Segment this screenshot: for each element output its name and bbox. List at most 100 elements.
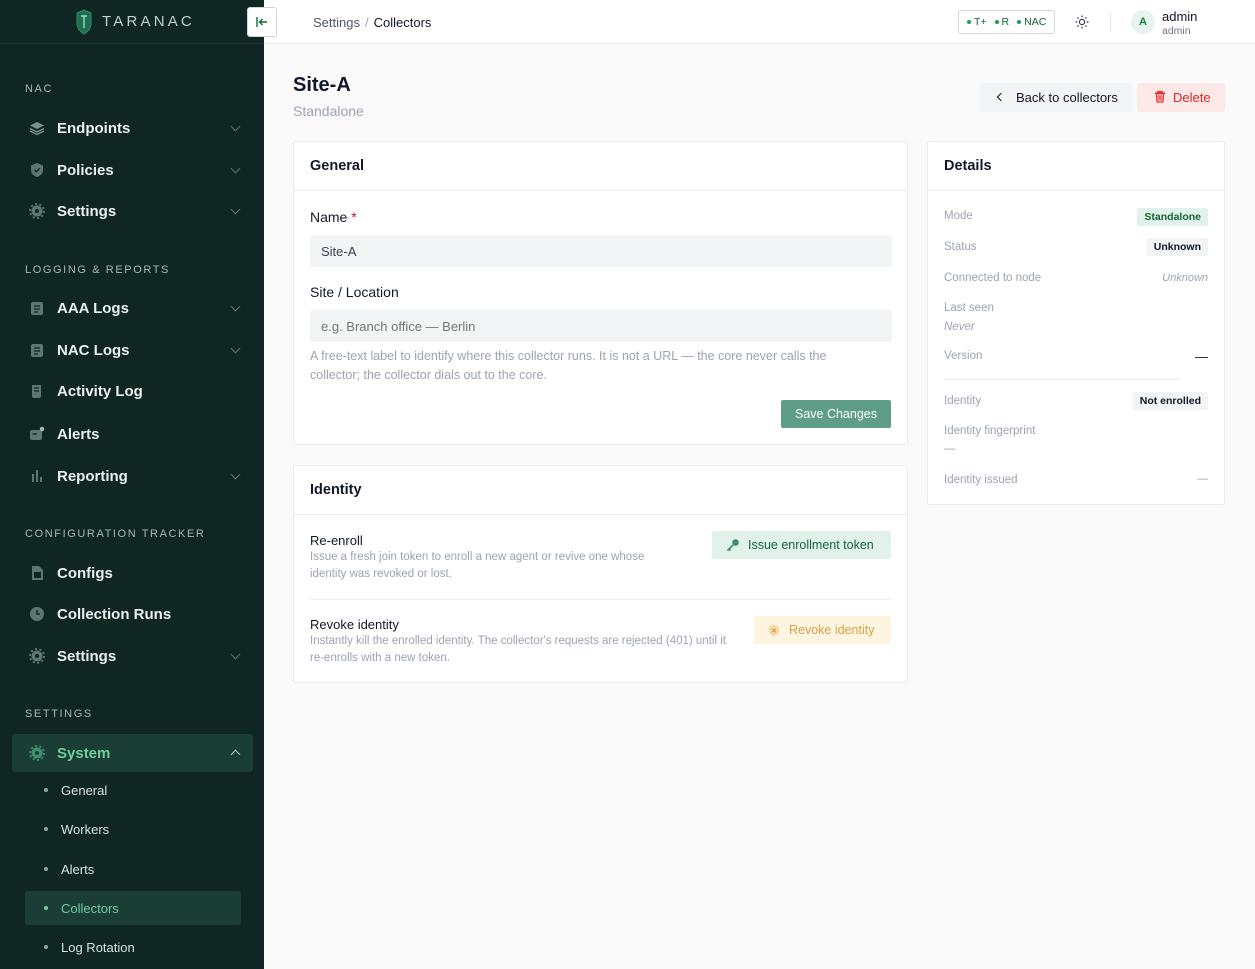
brand[interactable]: TARANAC xyxy=(0,0,264,44)
divider xyxy=(944,379,1180,380)
site-location-help: A free-text label to identify where this… xyxy=(310,349,827,382)
gear-icon xyxy=(29,745,45,761)
gear-icon xyxy=(29,203,45,219)
last-seen-label: Last seen xyxy=(944,302,994,314)
revoke-label: Revoke identity xyxy=(789,623,875,637)
log-book-icon xyxy=(29,300,45,316)
sidebar-item-reporting[interactable]: Reporting xyxy=(12,457,253,495)
arrow-left-bar-icon xyxy=(256,17,267,27)
sidebar-item-activity-log[interactable]: Activity Log xyxy=(12,372,253,410)
theme-toggle-button[interactable] xyxy=(1072,12,1092,32)
sidebar-item-label: Activity Log xyxy=(57,382,143,400)
sidebar-item-label: Settings xyxy=(57,202,117,220)
bar-chart-icon xyxy=(29,468,45,484)
sidebar-subitem-general[interactable]: General xyxy=(25,773,241,807)
chevron-down-icon xyxy=(230,343,241,354)
status-label: Status xyxy=(944,241,977,253)
back-to-collectors-button[interactable]: Back to collectors xyxy=(980,83,1132,112)
save-changes-button[interactable]: Save Changes xyxy=(781,400,891,428)
site-location-input[interactable] xyxy=(310,310,892,342)
sidebar-subitem-label: Alerts xyxy=(61,861,95,877)
sidebar-subitem-workers[interactable]: Workers xyxy=(25,812,241,846)
log-book-icon xyxy=(29,342,45,358)
key-icon xyxy=(726,539,739,552)
card-title: Identity xyxy=(294,466,907,515)
alert-message-icon xyxy=(29,426,45,442)
issue-enrollment-token-button[interactable]: Issue enrollment token xyxy=(712,531,891,559)
site-location-label: Site / Location xyxy=(310,284,399,300)
sidebar-item-label: System xyxy=(57,744,111,762)
shield-check-icon xyxy=(29,162,45,178)
sidebar-subitem-log-rotation[interactable]: Log Rotation xyxy=(25,930,241,964)
clock-icon xyxy=(29,606,45,622)
status-dot-icon xyxy=(967,20,971,24)
sidebar-item-aaa-logs[interactable]: AAA Logs xyxy=(12,289,253,327)
module-badge: T+ xyxy=(967,16,987,28)
sidebar-item-policies[interactable]: Policies xyxy=(12,151,253,189)
breadcrumb: Settings / Collectors xyxy=(313,15,431,30)
connected-node-value: Unknown xyxy=(1162,272,1208,284)
section-title-settings: SETTINGS xyxy=(25,708,93,720)
sidebar-item-label: Alerts xyxy=(57,425,100,443)
name-input[interactable] xyxy=(310,235,892,267)
trash-icon xyxy=(1155,90,1165,103)
sidebar-item-label: Configs xyxy=(57,564,113,582)
chevron-down-icon xyxy=(230,469,241,480)
brand-name: TARANAC xyxy=(102,13,195,30)
section-title-nac: NAC xyxy=(25,83,54,95)
divider xyxy=(1110,12,1111,32)
sidebar-item-nac-logs[interactable]: NAC Logs xyxy=(12,331,253,369)
sidebar-subitem-label: General xyxy=(61,782,108,798)
back-label: Back to collectors xyxy=(1016,90,1118,105)
page-title: Site-A xyxy=(293,74,351,96)
version-label: Version xyxy=(944,350,983,362)
sidebar-item-endpoints[interactable]: Endpoints xyxy=(12,109,253,147)
module-status: T+ R NAC xyxy=(958,10,1056,34)
revoke-identity-button[interactable]: Revoke identity xyxy=(754,616,891,644)
sidebar-subitem-collectors[interactable]: Collectors xyxy=(25,891,241,925)
reenroll-title: Re-enroll xyxy=(310,533,363,548)
revoke-identity-title: Revoke identity xyxy=(310,617,399,632)
chevron-down-icon xyxy=(230,649,241,660)
sidebar-item-label: Settings xyxy=(57,647,117,665)
reenroll-description: Issue a fresh join token to enroll a new… xyxy=(310,551,645,580)
chevron-up-icon xyxy=(230,749,241,760)
identity-fingerprint-label: Identity fingerprint xyxy=(944,425,1036,437)
file-icon xyxy=(29,565,45,581)
user-role: admin xyxy=(1162,25,1191,37)
collapse-sidebar-button[interactable] xyxy=(247,7,277,37)
sidebar-item-nac-settings[interactable]: Settings xyxy=(12,192,253,230)
bullet-icon xyxy=(44,906,48,910)
version-value: — xyxy=(1195,349,1208,364)
identity-card: Identity Re-enroll Issue a fresh join to… xyxy=(293,465,908,683)
breadcrumb-parent[interactable]: Settings xyxy=(313,15,360,30)
breadcrumb-separator: / xyxy=(364,15,369,30)
chevron-down-icon xyxy=(230,301,241,312)
avatar[interactable]: A xyxy=(1131,10,1155,34)
sidebar-item-configs[interactable]: Configs xyxy=(12,554,253,592)
sun-icon xyxy=(1075,15,1089,29)
section-title-config-tracker: CONFIGURATION TRACKER xyxy=(25,528,206,540)
sidebar-item-collection-runs[interactable]: Collection Runs xyxy=(12,595,253,633)
sidebar-item-system[interactable]: System xyxy=(12,734,253,772)
card-title: General xyxy=(294,142,907,191)
delete-button[interactable]: Delete xyxy=(1137,83,1225,112)
breadcrumb-current: Collectors xyxy=(373,15,432,30)
connected-node-label: Connected to node xyxy=(944,272,1042,284)
status-dot-icon xyxy=(994,20,999,24)
sidebar-subitem-alerts[interactable]: Alerts xyxy=(25,852,241,886)
identity-fingerprint-value: — xyxy=(944,443,956,455)
sidebar-subitem-label: Collectors xyxy=(61,900,119,916)
sidebar-subitem-label: Workers xyxy=(61,821,110,837)
divider xyxy=(310,599,891,600)
user-name[interactable]: admin xyxy=(1162,9,1197,24)
sidebar-item-alerts[interactable]: Alerts xyxy=(12,415,253,453)
bullet-icon xyxy=(44,827,48,831)
issue-token-label: Issue enrollment token xyxy=(748,538,874,552)
shield-logo-icon xyxy=(76,8,92,35)
sidebar-item-tracker-settings[interactable]: Settings xyxy=(12,637,253,675)
mode-badge: Standalone xyxy=(1137,208,1208,226)
section-title-logging: LOGGING & REPORTS xyxy=(25,264,170,276)
identity-badge: Not enrolled xyxy=(1132,392,1208,410)
identity-label: Identity xyxy=(944,395,982,407)
